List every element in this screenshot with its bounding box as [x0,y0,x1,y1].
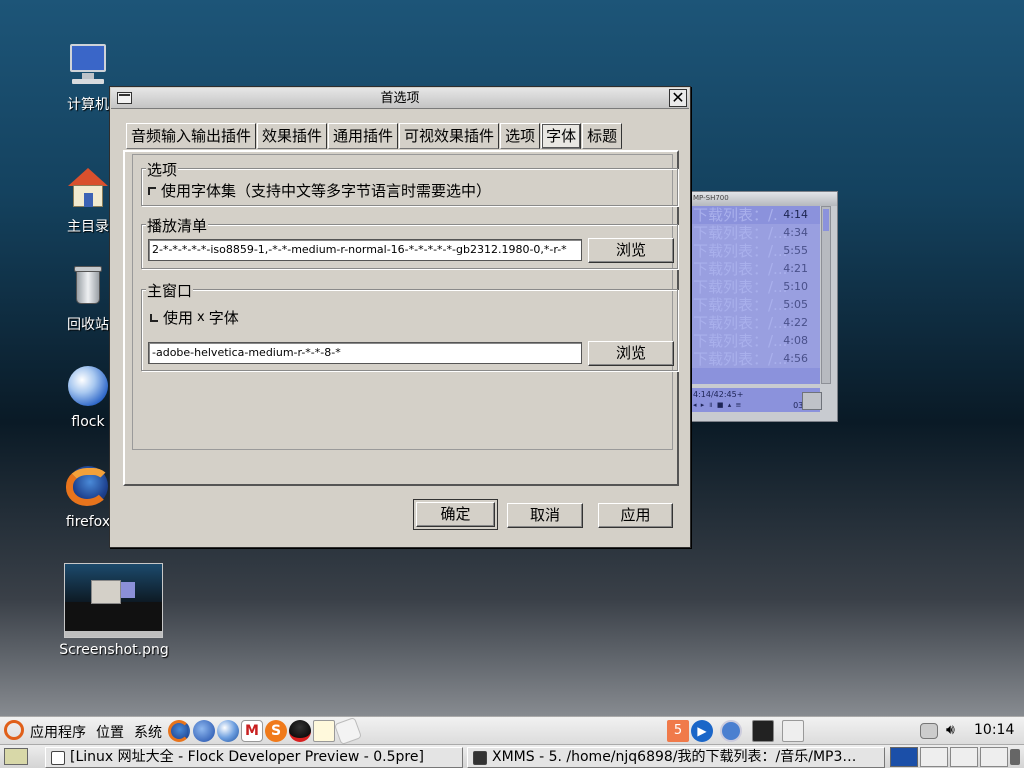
playlist-browse-button[interactable]: 浏览 [588,238,674,263]
workspace-1[interactable] [890,747,918,767]
gmail-launcher-icon[interactable]: M [241,720,263,742]
cancel-button[interactable]: 取消 [507,503,583,528]
dialog-titlebar[interactable]: 首选项 ✕ [111,88,689,109]
computer-icon [64,42,112,90]
options-group-label: 选项 [146,159,179,180]
playlist-row[interactable]: 下载列表：/... 5:55 [691,242,820,260]
show-desktop-icon[interactable] [4,748,28,765]
screenshot-label: Screenshot.png [59,642,169,658]
qq-launcher-icon[interactable] [289,720,311,742]
taskbar-item-label: XMMS - 5. /home/njq6898/我的下载列表：/音乐/MP3… [492,749,857,765]
playlist-row[interactable]: 下载列表：/... 5:10 [691,278,820,296]
browser-launcher-icon[interactable] [193,720,215,742]
window-menu-icon[interactable] [117,92,132,104]
tab-effect-plugins[interactable]: 效果插件 [257,123,328,149]
playlist-total-info: 4:14/42:45+ [693,390,744,399]
home-icon [64,164,112,212]
flock-icon [64,362,112,410]
flock-launcher-icon[interactable] [217,720,239,742]
screenshot-thumbnail-icon[interactable] [64,563,163,638]
taskbar-item-label: [Linux 网址大全 - Flock Developer Preview - … [70,749,424,765]
firefox-icon [64,462,112,510]
checkbox-unchecked-icon [148,186,156,195]
playlist-group-label: 播放清单 [146,215,209,236]
playlist-row[interactable]: 下载列表：/... 4:22 [691,314,820,332]
playlist-font-group: 播放清单 2-*-*-*-*-*-iso8859-1,-*-*-medium-r… [141,215,678,269]
messenger-tray-icon[interactable] [720,720,742,742]
clock[interactable]: 10:14 [974,722,1014,738]
playlist-row[interactable]: 下载列表：/. 4:14 [691,206,820,224]
tab-options[interactable]: 选项 [500,123,541,149]
tab-title[interactable]: 标题 [582,123,623,149]
top-panel: 应用程序 位置 系统 M S 5 ▶ 🔊︎ 10:14 [0,716,1024,746]
use-x-font-label-post: 字体 [208,309,239,327]
xmms-playlist-list[interactable]: 下载列表：/. 4:14 下载列表：/... 4:34 下载列表：/... 5:55 … [691,206,820,384]
text-editor-launcher-icon[interactable] [313,720,335,742]
preferences-dialog: 首选项 ✕ 音频输入输出插件 效果插件 通用插件 可视效果插件 选项 字体 标题… [109,86,691,548]
volume-icon[interactable]: 🔊︎ [946,722,955,738]
options-group: 选项 使用字体集（支持中文等多字节语言时需要选中） [141,159,678,206]
menu-places[interactable]: 位置 [96,722,124,742]
use-x-font-label-x: x [197,310,205,325]
ubuntu-logo-icon[interactable] [4,720,24,740]
update-tray-icon[interactable] [782,720,804,742]
playlist-row[interactable]: 下载列表：/... 4:34 [691,224,820,242]
playlist-scroll-thumb[interactable] [823,209,829,231]
network-tray-icon[interactable] [752,720,774,742]
mainwindow-font-input[interactable]: -adobe-helvetica-medium-r-*-*-8-* [148,342,582,364]
preferences-tabs: 音频输入输出插件 效果插件 通用插件 可视效果插件 选项 字体 标题 [126,123,623,150]
use-x-font-checkbox[interactable]: 使用 x 字体 [150,307,239,328]
bottom-panel: [Linux 网址大全 - Flock Developer Preview - … [0,744,1024,768]
taskbar-item-xmms[interactable]: XMMS - 5. /home/njq6898/我的下载列表：/音乐/MP3… [467,747,885,768]
workspace-2[interactable] [920,747,948,767]
fonts-tab-panel: 选项 使用字体集（支持中文等多字节语言时需要选中） 播放清单 2-*-*-*-*… [123,150,679,486]
printer-tray-icon[interactable] [920,723,938,739]
tab-visualization-plugins[interactable]: 可视效果插件 [399,123,500,149]
ok-button[interactable]: 确定 [413,499,498,530]
close-icon[interactable]: ✕ [669,89,687,107]
media-player-tray-icon[interactable]: ▶ [691,720,713,742]
xmms-playlist-window[interactable]: MP-SH700 下载列表：/. 4:14 下载列表：/... 4:34 下载列表：… [686,191,838,422]
stardict-tray-icon[interactable]: 5 [667,720,689,742]
flock-window-icon [51,751,65,765]
note-launcher-icon[interactable] [333,716,363,746]
dialog-title: 首选项 [380,91,420,106]
apply-button[interactable]: 应用 [598,503,673,528]
playlist-scrollbar[interactable] [821,206,831,384]
playlist-row[interactable]: 下载列表：/... 4:56 [691,350,820,368]
playlist-row[interactable]: 下载列表：/... 4:08 [691,332,820,350]
fontset-checkbox[interactable]: 使用字体集（支持中文等多字节语言时需要选中） [148,180,491,201]
mainwindow-browse-button[interactable]: 浏览 [588,341,674,366]
tab-general-plugins[interactable]: 通用插件 [328,123,399,149]
firefox-launcher-icon[interactable] [168,720,190,742]
playlist-resize-handle[interactable] [802,392,822,410]
tab-audio-io-plugins[interactable]: 音频输入输出插件 [126,123,257,149]
xmms-playlist-title: MP-SH700 [687,192,837,206]
workspace-3[interactable] [950,747,978,767]
workspace-4[interactable] [980,747,1008,767]
trash-applet-icon[interactable] [1010,749,1020,765]
playlist-row[interactable]: 下载列表：/... 4:21 [691,260,820,278]
fontset-checkbox-label: 使用字体集（支持中文等多字节语言时需要选中） [161,182,492,200]
playlist-mini-controls[interactable]: ◂ ▸ ॥ ■ ▴ ≡ [693,401,742,410]
xmms-window-icon [473,751,487,765]
playlist-font-input[interactable]: 2-*-*-*-*-*-iso8859-1,-*-*-medium-r-norm… [148,239,582,261]
playlist-row[interactable]: 下载列表：/... 5:05 [691,296,820,314]
menu-system[interactable]: 系统 [134,722,162,742]
mainwindow-group-label: 主窗口 [146,280,194,301]
playlist-footer: 4:14/42:45+ ◂ ▸ ॥ ■ ▴ ≡ 03 42 [691,388,820,412]
menu-applications[interactable]: 应用程序 [30,722,86,742]
skype-launcher-icon[interactable]: S [265,720,287,742]
tab-fonts[interactable]: 字体 [541,123,582,149]
checkbox-unchecked-icon [150,313,158,322]
use-x-font-label-pre: 使用 [163,309,194,327]
mainwindow-font-group: 主窗口 使用 x 字体 -adobe-helvetica-medium-r-*-… [141,280,678,371]
taskbar-item-flock[interactable]: [Linux 网址大全 - Flock Developer Preview - … [45,747,463,768]
trash-icon [64,262,112,310]
